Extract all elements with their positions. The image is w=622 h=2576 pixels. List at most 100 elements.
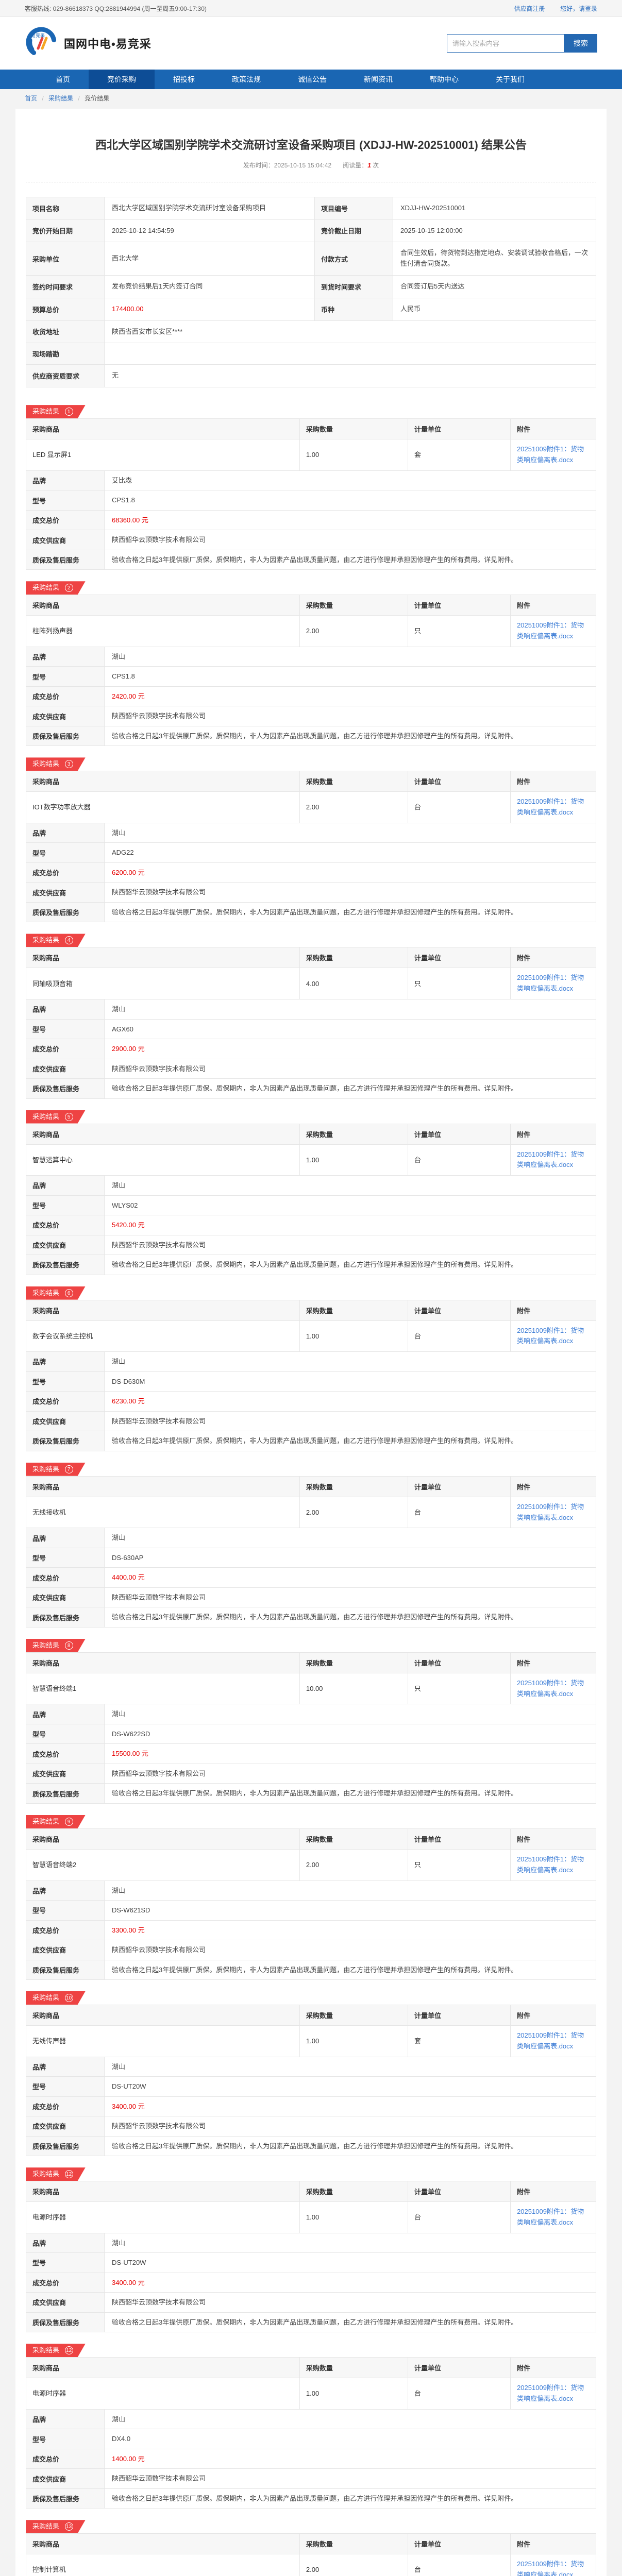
brand-row: 品牌 湖山 [26, 1176, 596, 1196]
result-block: 采购结果 10 采购商品 采购数量 计量单位 附件 无线传声器 1.00 [26, 1991, 596, 2156]
info-label: 供应商资质要求 [26, 365, 105, 387]
product-name-cell: 同轴吸顶音箱 [26, 968, 300, 999]
info-value: 无 [105, 365, 596, 387]
nav-item[interactable]: 竞价采购 [89, 70, 155, 89]
price-label: 成交总价 [26, 1039, 105, 1059]
col-header-qty: 采购数量 [299, 2534, 408, 2554]
result-detail-table: 品牌 湖山 型号 ADG22 成交总价 6200.00 元 成交供应商 [26, 823, 596, 923]
publish-time: 2025-10-15 15:04:42 [274, 162, 331, 169]
svg-text:易竞采: 易竞采 [31, 32, 45, 38]
result-product-row: 智慧运算中心 1.00 台 20251009附件1：货物类响应偏离表.docx [26, 1144, 596, 1176]
result-product-table: 采购商品 采购数量 计量单位 附件 柱阵列扬声器 2.00 只 20251009… [26, 595, 596, 647]
brand-row: 品牌 艾比森 [26, 470, 596, 490]
product-unit-cell: 只 [408, 1849, 511, 1880]
result-ribbon: 采购结果 6 [26, 1286, 86, 1300]
result-header-row: 采购商品 采购数量 计量单位 附件 [26, 947, 596, 968]
nav-item[interactable]: 诚信公告 [279, 70, 345, 89]
main-nav: 首页 竞价采购 招投标 政策法规 诚信公告 新闻资讯 帮助中心 关于我们 [0, 70, 622, 89]
product-unit-cell: 台 [408, 1320, 511, 1352]
product-name-cell: 智慧语音终端1 [26, 1673, 300, 1704]
result-product-table: 采购商品 采购数量 计量单位 附件 同轴吸顶音箱 4.00 只 20251009… [26, 947, 596, 999]
warranty-value: 验收合格之日起3年提供原厂质保。质保期内，非人为因素产品出现质量问题，由乙方进行… [105, 2312, 596, 2332]
product-name-cell: 智慧运算中心 [26, 1144, 300, 1176]
breadcrumb-separator: / [42, 95, 43, 102]
supplier-row: 成交供应商 陕西韶华云顶数字技术有限公司 [26, 1059, 596, 1079]
attachment-link[interactable]: 20251009附件1：货物类响应偏离表.docx [517, 620, 590, 642]
attachment-link[interactable]: 20251009附件1：货物类响应偏离表.docx [517, 973, 590, 994]
info-value: 合同签订后5天内送达 [393, 275, 596, 298]
result-product-row: 智慧语音终端1 10.00 只 20251009附件1：货物类响应偏离表.doc… [26, 1673, 596, 1704]
product-qty-cell: 4.00 [299, 968, 408, 999]
model-value: ADG22 [105, 843, 596, 863]
price-row: 成交总价 68360.00 元 [26, 510, 596, 530]
brand-value: 艾比森 [105, 470, 596, 490]
col-header-product: 采购商品 [26, 771, 300, 792]
result-ribbon-label: 采购结果 [32, 408, 59, 415]
info-label: 签约时间要求 [26, 275, 105, 298]
result-ribbon: 采购结果 10 [26, 1991, 86, 2005]
col-header-unit: 计量单位 [408, 2181, 511, 2202]
supplier-label: 成交供应商 [26, 1411, 105, 1431]
attachment-link[interactable]: 20251009附件1：货物类响应偏离表.docx [517, 444, 590, 466]
breadcrumb-separator: / [78, 95, 79, 102]
model-value: WLYS02 [105, 1195, 596, 1215]
model-value: CPS1.8 [105, 667, 596, 687]
result-header-row: 采购商品 采购数量 计量单位 附件 [26, 2534, 596, 2554]
attachment-link[interactable]: 20251009附件1：货物类响应偏离表.docx [517, 796, 590, 818]
nav-item[interactable]: 政策法规 [213, 70, 279, 89]
price-label: 成交总价 [26, 1920, 105, 1940]
warranty-label: 质保及售后服务 [26, 2312, 105, 2332]
price-row: 成交总价 2900.00 元 [26, 1039, 596, 1059]
nav-item[interactable]: 首页 [37, 70, 89, 89]
attachment-link[interactable]: 20251009附件1：货物类响应偏离表.docx [517, 1326, 590, 1347]
attachment-link[interactable]: 20251009附件1：货物类响应偏离表.docx [517, 2383, 590, 2404]
product-qty-cell: 2.00 [299, 1497, 408, 1528]
col-header-attachment: 附件 [511, 419, 596, 439]
supplier-row: 成交供应商 陕西韶华云顶数字技术有限公司 [26, 530, 596, 550]
col-header-attachment: 附件 [511, 2534, 596, 2554]
breadcrumb-results-link[interactable]: 采购结果 [48, 95, 73, 102]
warranty-label: 质保及售后服务 [26, 1607, 105, 1628]
product-qty-cell: 10.00 [299, 1673, 408, 1704]
search-input[interactable] [447, 34, 564, 53]
brand-name: 国网中电•易竞采 [64, 35, 152, 52]
nav-item[interactable]: 招投标 [155, 70, 213, 89]
brand-label: 品牌 [26, 2233, 105, 2253]
breadcrumb: 首页 / 采购结果 / 竞价结果 [0, 89, 622, 108]
attachment-link[interactable]: 20251009附件1：货物类响应偏离表.docx [517, 2207, 590, 2228]
result-product-table: 采购商品 采购数量 计量单位 附件 无线传声器 1.00 套 20251009附… [26, 2005, 596, 2057]
result-product-row: 柱阵列扬声器 2.00 只 20251009附件1：货物类响应偏离表.docx [26, 616, 596, 647]
info-value: 陕西省西安市长安区**** [105, 320, 596, 343]
price-value: 2420.00 元 [105, 686, 596, 706]
attachment-link[interactable]: 20251009附件1：货物类响应偏离表.docx [517, 1678, 590, 1700]
col-header-unit: 计量单位 [408, 2358, 511, 2378]
attachment-link[interactable]: 20251009附件1：货物类响应偏离表.docx [517, 1502, 590, 1523]
brand-label: 品牌 [26, 2409, 105, 2429]
attachment-link[interactable]: 20251009附件1：货物类响应偏离表.docx [517, 2030, 590, 2052]
attachment-link[interactable]: 20251009附件1：货物类响应偏离表.docx [517, 1854, 590, 1876]
price-label: 成交总价 [26, 686, 105, 706]
supplier-value: 陕西韶华云顶数字技术有限公司 [105, 2116, 596, 2137]
brand-value: 湖山 [105, 1880, 596, 1901]
breadcrumb-home-link[interactable]: 首页 [25, 95, 37, 102]
attachment-link[interactable]: 20251009附件1：货物类响应偏离表.docx [517, 2559, 590, 2576]
product-name-cell: 电源时序器 [26, 2378, 300, 2410]
supplier-register-link[interactable]: 供应商注册 [514, 5, 545, 12]
result-product-row: 同轴吸顶音箱 4.00 只 20251009附件1：货物类响应偏离表.docx [26, 968, 596, 999]
nav-item[interactable]: 新闻资讯 [345, 70, 411, 89]
nav-item[interactable]: 帮助中心 [411, 70, 477, 89]
result-ribbon-label: 采购结果 [32, 2346, 59, 2354]
nav-item[interactable]: 关于我们 [477, 70, 543, 89]
product-unit-cell: 台 [408, 2202, 511, 2233]
supplier-row: 成交供应商 陕西韶华云顶数字技术有限公司 [26, 1411, 596, 1431]
result-header-row: 采购商品 采购数量 计量单位 附件 [26, 419, 596, 439]
product-unit-cell: 套 [408, 439, 511, 471]
brand-row: 品牌 湖山 [26, 1352, 596, 1372]
attachment-link[interactable]: 20251009附件1：货物类响应偏离表.docx [517, 1149, 590, 1171]
results-section: 采购结果 1 采购商品 采购数量 计量单位 附件 LED 显示屏1 1.00 [26, 405, 596, 2576]
hotline-text: 客服热线: 029-86618373 QQ:2881944994 (周一至周五9… [25, 4, 207, 13]
model-row: 型号 DS-W622SD [26, 1724, 596, 1744]
login-link[interactable]: 您好，请登录 [560, 5, 597, 12]
search-button[interactable]: 搜索 [564, 34, 597, 53]
supplier-label: 成交供应商 [26, 1059, 105, 1079]
